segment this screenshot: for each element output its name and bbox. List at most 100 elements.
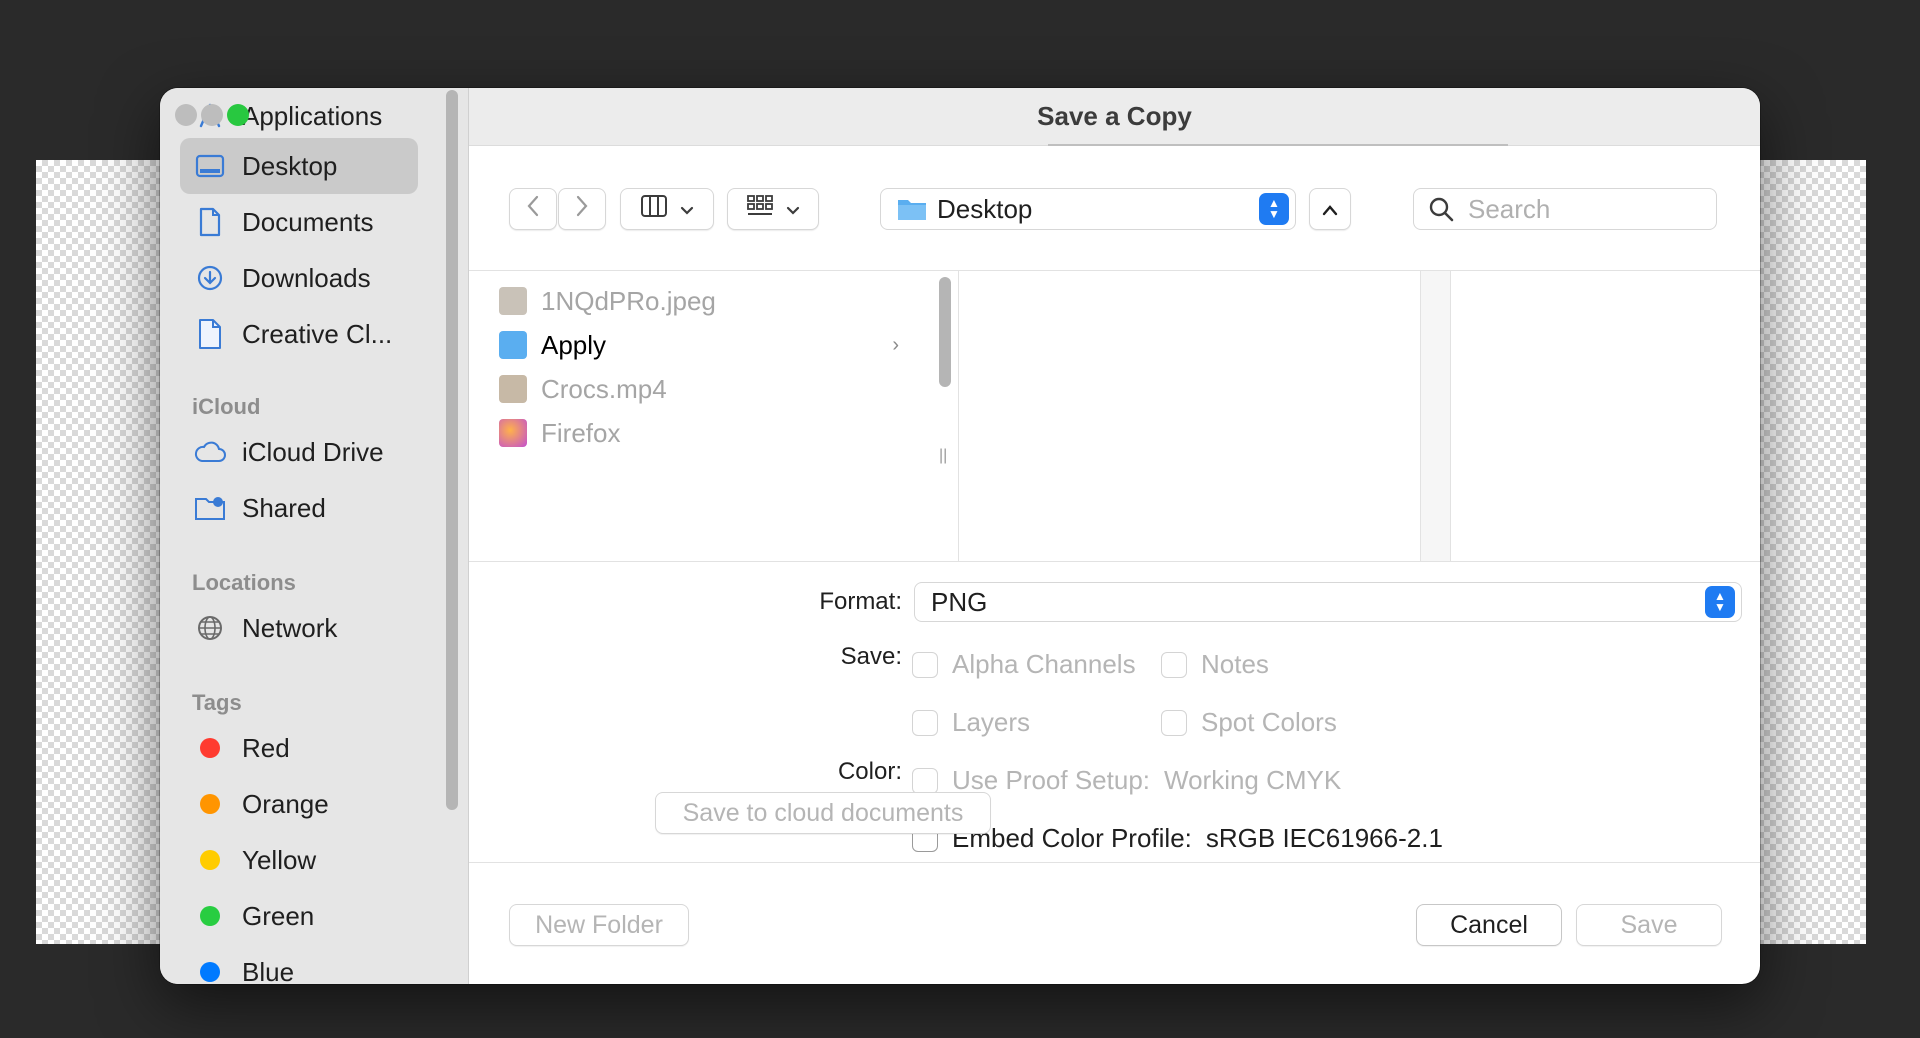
tag-dot-icon [200, 962, 220, 982]
file-name: Firefox [541, 417, 621, 448]
sidebar-item-downloads[interactable]: Downloads [180, 250, 418, 306]
grid-view-icon [746, 194, 774, 225]
file-name: Apply [541, 329, 607, 360]
sidebar-section-tags: Tags [192, 690, 242, 715]
column-resize-handle[interactable]: || [939, 447, 947, 465]
embed-color-profile-checkbox[interactable]: Embed Color Profile: sRGB IEC61966-2.1 [912, 823, 1443, 854]
image-file-icon [499, 287, 527, 315]
proof-setup-value: Working CMYK [1164, 765, 1342, 795]
location-popup[interactable]: Desktop ▲ ▼ [880, 188, 1296, 230]
format-select[interactable]: PNG ▲ ▼ [914, 582, 1742, 622]
title-bar: Save a Copy [469, 88, 1760, 146]
checkbox-label: Spot Colors [1201, 707, 1337, 737]
sidebar-item-label: Documents [242, 206, 374, 237]
column-scrollbar[interactable] [939, 277, 951, 387]
file-row[interactable]: Firefox [499, 413, 919, 453]
checkbox-box [912, 651, 938, 678]
save-dialog: Applications Desktop Documents Downloads [160, 88, 1760, 984]
sidebar-item-documents[interactable]: Documents [180, 194, 418, 250]
file-browser: 1NQdPRo.jpeg Apply › Crocs.mp4 Firefox |… [469, 270, 1760, 562]
popup-stepper-icon: ▲ ▼ [1705, 586, 1735, 618]
sidebar-item-label: Red [242, 732, 290, 763]
dialog-title: Save a Copy [1037, 101, 1192, 131]
browser-column-2 [959, 271, 1421, 561]
back-button[interactable] [509, 188, 557, 230]
sidebar-item-label: Applications [242, 100, 383, 131]
tag-dot-icon [200, 906, 220, 926]
location-label: Desktop [937, 193, 1033, 224]
sidebar-tag-blue[interactable]: Blue [180, 944, 418, 984]
search-icon [1428, 196, 1454, 222]
save-to-cloud-button[interactable]: Save to cloud documents [655, 792, 991, 834]
new-folder-button[interactable]: New Folder [509, 904, 689, 946]
file-row[interactable]: 1NQdPRo.jpeg [499, 281, 919, 321]
sidebar-tag-yellow[interactable]: Yellow [180, 832, 418, 888]
sidebar-item-network[interactable]: Network [180, 600, 418, 656]
sidebar-item-creative-cloud[interactable]: Creative Cl... [180, 306, 418, 362]
tag-dot-icon [200, 794, 220, 814]
folder-row-apply[interactable]: Apply › [499, 325, 919, 365]
color-profile-value: sRGB IEC61966-2.1 [1205, 823, 1443, 853]
shared-folder-icon [194, 492, 226, 524]
cloud-icon [194, 436, 226, 468]
document-icon [194, 318, 226, 350]
group-by-button[interactable] [727, 188, 819, 230]
column-resize-gutter[interactable] [1421, 271, 1451, 561]
chevron-down-icon [786, 195, 800, 223]
folder-icon [499, 331, 527, 359]
sidebar-item-desktop[interactable]: Desktop [180, 138, 418, 194]
collapse-button[interactable] [1309, 188, 1351, 230]
zoom-window-button[interactable] [227, 104, 249, 126]
tag-dot-icon [200, 738, 220, 758]
sidebar-scrollbar[interactable] [446, 90, 458, 810]
notes-checkbox[interactable]: Notes [1161, 649, 1269, 680]
forward-button[interactable] [558, 188, 606, 230]
cancel-button[interactable]: Cancel [1416, 904, 1562, 946]
sidebar-tag-green[interactable]: Green [180, 888, 418, 944]
sidebar-tag-orange[interactable]: Orange [180, 776, 418, 832]
chevron-up-icon [1322, 195, 1338, 223]
search-input[interactable]: Search [1413, 188, 1717, 230]
globe-icon [194, 612, 226, 644]
popup-stepper-icon: ▲ ▼ [1259, 193, 1289, 225]
sidebar-item-label: Desktop [242, 150, 338, 181]
checkbox-label: Layers [952, 707, 1031, 737]
file-name: 1NQdPRo.jpeg [541, 285, 716, 316]
button-label: Save [1620, 910, 1678, 939]
sidebar-section-icloud: iCloud [192, 394, 261, 419]
checkbox-label: Notes [1201, 649, 1269, 679]
checkbox-box [912, 709, 938, 736]
firefox-icon [499, 419, 527, 447]
browser-column-1: 1NQdPRo.jpeg Apply › Crocs.mp4 Firefox |… [469, 271, 959, 561]
button-label: Save to cloud documents [682, 798, 964, 827]
sidebar-section-locations: Locations [192, 570, 296, 595]
sidebar-item-label: Creative Cl... [242, 318, 393, 349]
chevron-down-icon [680, 195, 694, 223]
minimize-window-button[interactable] [201, 104, 223, 126]
spot-colors-checkbox[interactable]: Spot Colors [1161, 707, 1337, 738]
footer-divider [469, 862, 1760, 863]
format-label: Format: [819, 588, 902, 615]
sidebar-item-icloud-drive[interactable]: iCloud Drive [180, 424, 418, 480]
close-window-button[interactable] [175, 104, 197, 126]
color-label: Color: [837, 758, 902, 785]
sidebar-item-shared[interactable]: Shared [180, 480, 418, 536]
columns-view-icon [640, 194, 668, 225]
layers-checkbox[interactable]: Layers [912, 707, 1030, 738]
file-name: Crocs.mp4 [541, 373, 667, 404]
file-row[interactable]: Crocs.mp4 [499, 369, 919, 409]
desktop-icon [194, 150, 226, 182]
sidebar-item-label: Green [242, 900, 315, 931]
chevron-right-icon: › [892, 333, 899, 356]
save-button[interactable]: Save [1576, 904, 1722, 946]
alpha-channels-checkbox[interactable]: Alpha Channels [912, 649, 1136, 680]
sidebar-tag-red[interactable]: Red [180, 720, 418, 776]
downloads-icon [194, 262, 226, 294]
checkbox-label: Alpha Channels [952, 649, 1136, 679]
folder-icon [897, 197, 927, 221]
checkbox-box [1161, 709, 1187, 736]
view-columns-button[interactable] [620, 188, 714, 230]
sidebar-item-label: Orange [242, 788, 329, 819]
chevron-left-icon [526, 195, 540, 224]
button-label: Cancel [1450, 910, 1528, 939]
